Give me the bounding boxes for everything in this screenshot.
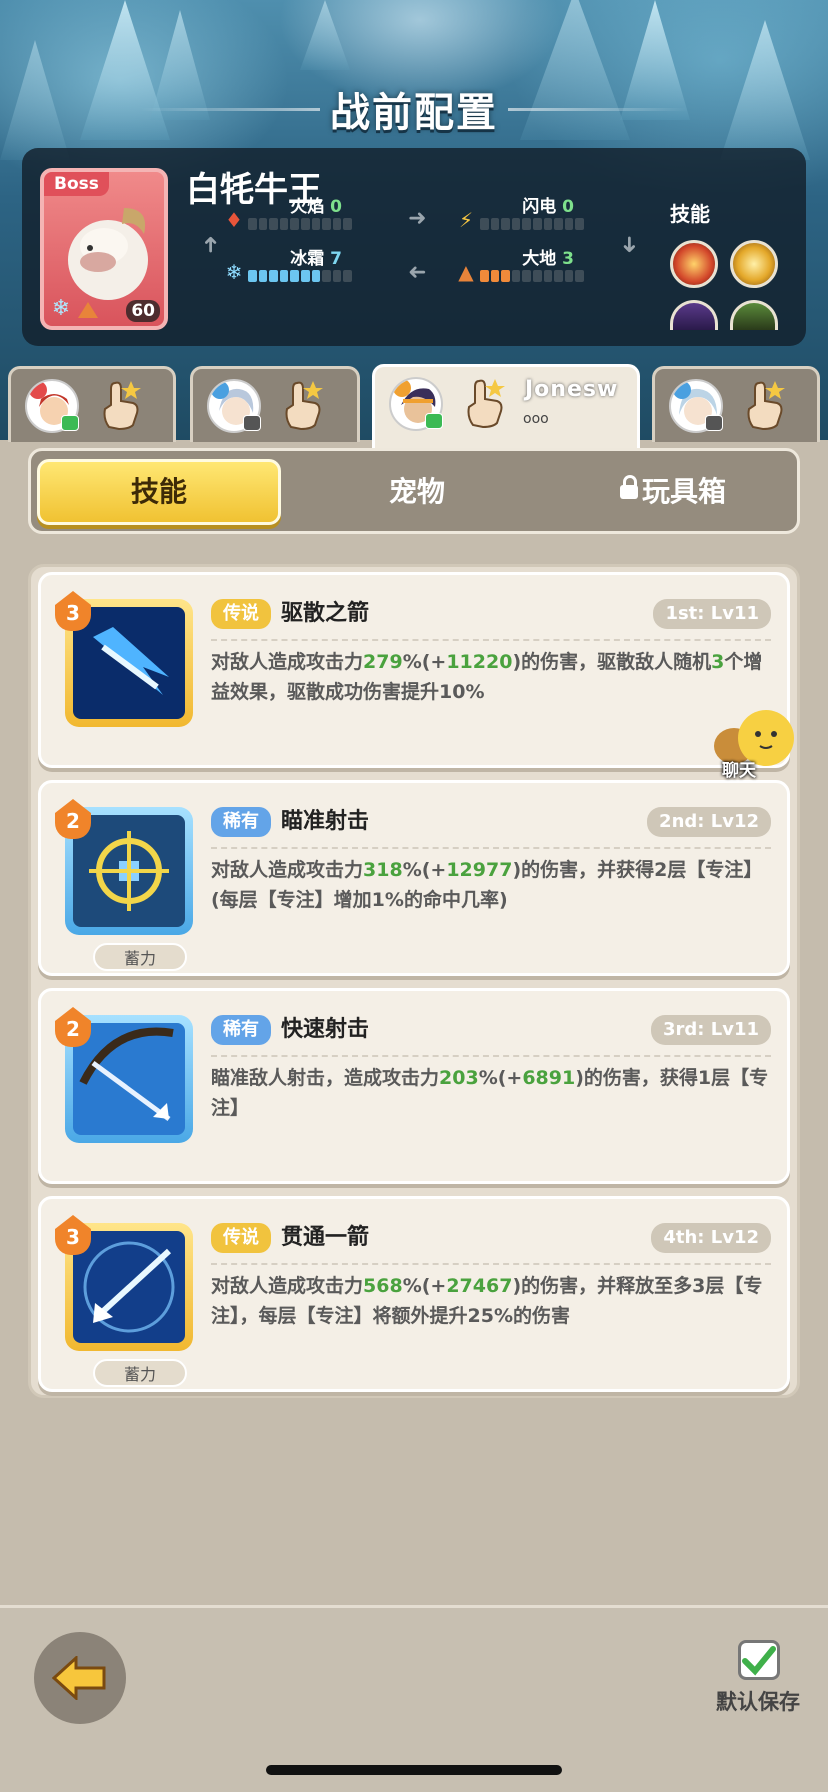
pointing-hand-icon (103, 381, 141, 431)
lightning-icon: ⚡ (458, 208, 474, 232)
stat-earth-label: 大地 (522, 249, 557, 269)
character-tab-1[interactable] (8, 366, 176, 442)
skill-level-badge: 2 (55, 1007, 91, 1047)
skill-level-badge: 3 (55, 591, 91, 631)
stat-lightning-label: 闪电 (522, 197, 557, 217)
chat-label[interactable]: 聊天 (722, 756, 756, 781)
divider (211, 1055, 771, 1057)
rarity-badge: 稀有 (211, 807, 271, 837)
back-arrow-icon (52, 1656, 106, 1700)
chat-status-icon (243, 415, 261, 431)
dispel-arrow-icon (73, 607, 185, 719)
earth-icon: ▲ (458, 260, 474, 284)
charge-tag: 蓄力 (93, 943, 187, 971)
stat-frost: 冰霜 7 ❄ (222, 244, 432, 284)
back-button[interactable] (34, 1632, 126, 1724)
skill-card-4[interactable]: 3 蓄力 传说 贯通一箭 4th: Lv12 对敌人造成攻击力568%(+274… (38, 1196, 790, 1392)
fire-orb-icon[interactable] (670, 240, 718, 288)
cycle-arrow-icon: ➜ (408, 206, 427, 231)
skill-description: 对敌人造成攻击力279%(+11220)的伤害，驱散敌人随机3个增益效果，驱散成… (211, 651, 763, 703)
skill-name: 快速射击 (281, 1017, 370, 1042)
divider (211, 639, 771, 641)
rarity-badge: 传说 (211, 599, 271, 629)
character-tab-3[interactable]: Jonesw ooo (372, 364, 640, 448)
chat-status-icon (61, 415, 79, 431)
skill-card-1[interactable]: 3 传说 驱散之箭 1st: Lv11 对敌人造成攻击力279%(+11220)… (38, 572, 790, 768)
skill-name: 瞄准射击 (281, 809, 370, 834)
lightning-bar (480, 218, 584, 230)
tab-toybox[interactable]: 玩具箱 (551, 459, 795, 525)
skill-level-badge: 2 (55, 799, 91, 839)
stat-frost-label: 冰霜 (290, 249, 325, 269)
green-beast-icon[interactable] (730, 300, 778, 330)
bottom-bar (0, 1605, 828, 1792)
stat-fire: 火焰 0 ♦ (222, 192, 432, 232)
skill-card-3[interactable]: 2 稀有 快速射击 3rd: Lv11 瞄准敌人射击，造成攻击力203%(+68… (38, 988, 790, 1184)
category-tabs: 技能 宠物 玩具箱 (28, 448, 800, 534)
page-title: 战前配置 (330, 90, 498, 136)
boss-skills-label: 技能 (670, 202, 710, 226)
rarity-badge: 稀有 (211, 1015, 271, 1045)
divider (211, 847, 771, 849)
stat-frost-value: 7 (330, 249, 342, 269)
charge-tag: 蓄力 (93, 1359, 187, 1387)
piercing-arrow-icon (73, 1231, 185, 1343)
home-indicator (266, 1765, 562, 1775)
dark-mage-icon[interactable] (670, 300, 718, 330)
skill-description: 对敌人造成攻击力318%(+12977)的伤害，并获得2层【专注】(每层【专注】… (211, 859, 763, 911)
frost-icon: ❄ (225, 260, 243, 284)
stat-lightning: 闪电 0 ⚡ (454, 192, 664, 232)
golden-claw-icon[interactable] (730, 240, 778, 288)
tab-pets[interactable]: 宠物 (295, 459, 539, 525)
skill-level-badge: 3 (55, 1215, 91, 1255)
tab-skills[interactable]: 技能 (37, 459, 281, 525)
stat-fire-label: 火焰 (290, 197, 325, 217)
cycle-arrow-icon: ➜ (198, 235, 224, 254)
earth-element-icon (78, 302, 98, 318)
cycle-arrow-icon: ➜ (616, 235, 642, 254)
stat-earth-value: 3 (562, 249, 574, 269)
character-subtitle: ooo (523, 411, 549, 427)
skill-name: 贯通一箭 (281, 1225, 370, 1250)
frost-element-icon: ❄ (51, 296, 71, 321)
pointing-hand-icon (285, 381, 323, 431)
slot-badge: 4th: Lv12 (651, 1223, 771, 1253)
character-tab-2[interactable] (190, 366, 360, 442)
boss-tag: Boss (44, 172, 109, 196)
checkmark-icon[interactable] (738, 1640, 780, 1680)
frost-bar (248, 270, 352, 282)
slot-badge: 3rd: Lv11 (650, 1015, 771, 1045)
white-yak-portrait (68, 208, 148, 300)
rapid-shot-bow-icon (73, 1023, 185, 1135)
skill-description: 瞄准敌人射击，造成攻击力203%(+6891)的伤害，获得1层【专注】 (211, 1067, 769, 1119)
default-save-label[interactable]: 默认保存 (716, 1686, 800, 1716)
boss-panel: Boss ❄ 60 白牦牛王 火焰 0 ♦ 闪电 0 ⚡ 冰霜 7 ❄ 大地 3… (22, 148, 806, 346)
skill-name: 驱散之箭 (281, 601, 370, 626)
chat-status-icon (705, 415, 723, 431)
lock-icon (619, 475, 638, 499)
rarity-badge: 传说 (211, 1223, 271, 1253)
character-name: Jonesw (525, 377, 619, 402)
slot-badge: 1st: Lv11 (653, 599, 771, 629)
fire-bar (248, 218, 352, 230)
stat-lightning-value: 0 (562, 197, 574, 217)
skill-description: 对敌人造成攻击力568%(+27467)的伤害，并释放至多3层【专注】，每层【专… (211, 1275, 763, 1327)
character-tab-4[interactable] (652, 366, 820, 442)
cycle-arrow-icon: ➜ (408, 260, 427, 285)
pointing-hand-icon (467, 379, 505, 429)
pointing-hand-icon (747, 381, 785, 431)
stat-fire-value: 0 (330, 197, 342, 217)
boss-portrait-card[interactable]: Boss ❄ 60 (40, 168, 168, 330)
earth-bar (480, 270, 584, 282)
tab-toybox-label: 玩具箱 (641, 475, 726, 508)
divider (211, 1263, 771, 1265)
fire-icon: ♦ (225, 208, 243, 232)
aim-crosshair-icon (73, 815, 185, 927)
slot-badge: 2nd: Lv12 (647, 807, 771, 837)
skill-card-2[interactable]: 2 蓄力 稀有 瞄准射击 2nd: Lv12 对敌人造成攻击力318%(+129… (38, 780, 790, 976)
boss-level: 60 (126, 300, 160, 322)
chat-status-icon (425, 413, 443, 429)
